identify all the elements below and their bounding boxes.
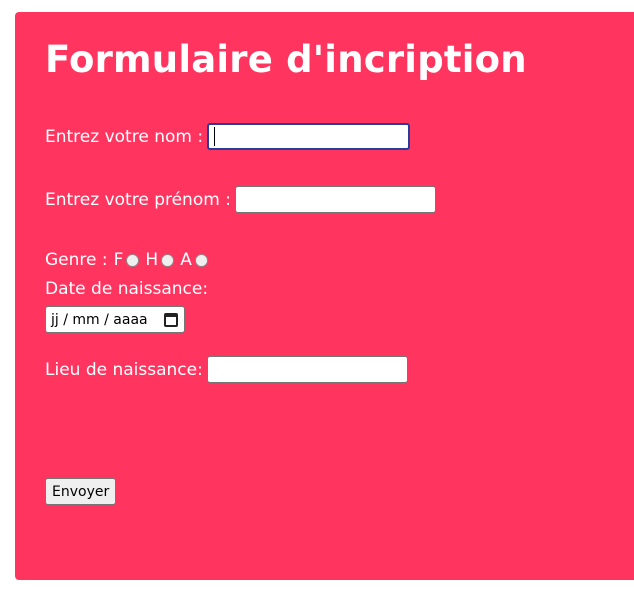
genre-label: Genre : xyxy=(45,250,108,270)
nom-row: Entrez votre nom : xyxy=(45,123,411,150)
text-caret xyxy=(214,127,216,146)
calendar-icon[interactable] xyxy=(164,312,178,327)
genre-option-a-label: A xyxy=(180,250,192,270)
date-label-row: Date de naissance: xyxy=(45,279,208,299)
nom-input[interactable] xyxy=(207,123,411,150)
lieu-label: Lieu de naissance: xyxy=(45,359,203,380)
genre-radio-a[interactable] xyxy=(194,253,208,267)
date-placeholder: jj / mm / aaaa xyxy=(51,311,148,328)
submit-button[interactable]: Envoyer xyxy=(45,478,117,505)
date-row: jj / mm / aaaa xyxy=(45,306,185,333)
genre-option-h-label: H xyxy=(145,250,159,270)
nom-label: Entrez votre nom : xyxy=(45,126,204,147)
date-input[interactable]: jj / mm / aaaa xyxy=(45,306,185,333)
genre-radio-h[interactable] xyxy=(161,253,175,267)
registration-form: Formulaire d'incription Entrez votre nom… xyxy=(15,12,634,580)
form-title: Formulaire d'incription xyxy=(45,38,527,81)
lieu-row: Lieu de naissance: xyxy=(45,356,408,383)
prenom-row: Entrez votre prénom : xyxy=(45,186,436,213)
lieu-input[interactable] xyxy=(206,356,408,383)
prenom-input[interactable] xyxy=(234,186,436,213)
genre-radio-f[interactable] xyxy=(126,253,140,267)
genre-option-f-label: F xyxy=(113,250,124,270)
prenom-label: Entrez votre prénom : xyxy=(45,189,231,210)
date-label: Date de naissance: xyxy=(45,279,209,299)
genre-row: Genre : F H A xyxy=(45,250,214,270)
